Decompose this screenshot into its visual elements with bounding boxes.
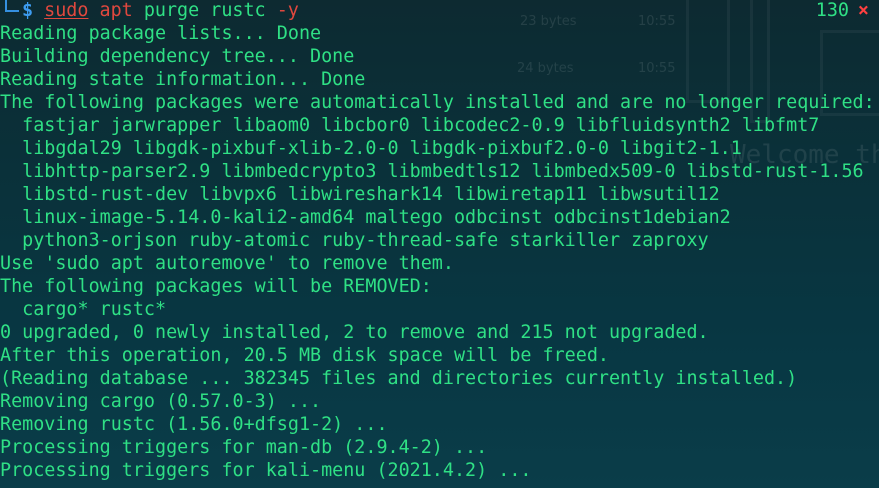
output-line: cargo* rustc* xyxy=(0,299,167,320)
output-line: Use 'sudo apt autoremove' to remove them… xyxy=(0,253,454,274)
command-output: Reading package lists... Done Building de… xyxy=(0,22,875,482)
output-line: libgdal29 libgdk-pixbuf-xlib-2.0-0 libgd… xyxy=(0,138,742,159)
output-line: Removing rustc (1.56.0+dfsg1-2) ... xyxy=(0,414,388,435)
output-line: Processing triggers for man-db (2.9.4-2)… xyxy=(0,437,488,458)
output-line: Processing triggers for kali-menu (2021.… xyxy=(0,460,532,481)
output-line: Reading state information... Done xyxy=(0,69,366,90)
command-flag: -y xyxy=(276,0,299,21)
prompt-line: $ sudo apt purge rustc -y 130 × xyxy=(0,0,879,22)
output-line: libstd-rust-dev libvpx6 libwireshark14 l… xyxy=(0,184,720,205)
exit-status-code: 130 xyxy=(815,0,849,21)
command-sudo: sudo xyxy=(44,0,89,21)
output-line: libhttp-parser2.9 libmbedcrypto3 libmbed… xyxy=(0,161,864,182)
output-line: Removing cargo (0.57.0-3) ... xyxy=(0,391,322,412)
output-line: Building dependency tree... Done xyxy=(0,46,355,67)
output-line: Reading package lists... Done xyxy=(0,23,322,44)
output-line: (Reading database ... 382345 files and d… xyxy=(0,368,798,389)
command-arguments: purge rustc xyxy=(143,0,266,21)
output-line: The following packages were automaticall… xyxy=(0,92,875,113)
output-line: 0 upgraded, 0 newly installed, 2 to remo… xyxy=(0,322,709,343)
error-x-icon: × xyxy=(857,0,869,21)
output-line: fastjar jarwrapper libaom0 libcbor0 libc… xyxy=(0,115,820,136)
terminal-window[interactable]: $ sudo apt purge rustc -y 130 × Reading pa… xyxy=(0,0,879,488)
output-line: linux-image-5.14.0-kali2-amd64 maltego o… xyxy=(0,207,731,228)
output-line: After this operation, 20.5 MB disk space… xyxy=(0,345,609,366)
command-apt: apt xyxy=(99,0,133,21)
prompt-corner-icon xyxy=(0,0,22,22)
output-line: The following packages will be REMOVED: xyxy=(0,276,432,297)
output-line: python3-orjson ruby-atomic ruby-thread-s… xyxy=(0,230,709,251)
prompt-symbol: $ xyxy=(22,0,34,21)
